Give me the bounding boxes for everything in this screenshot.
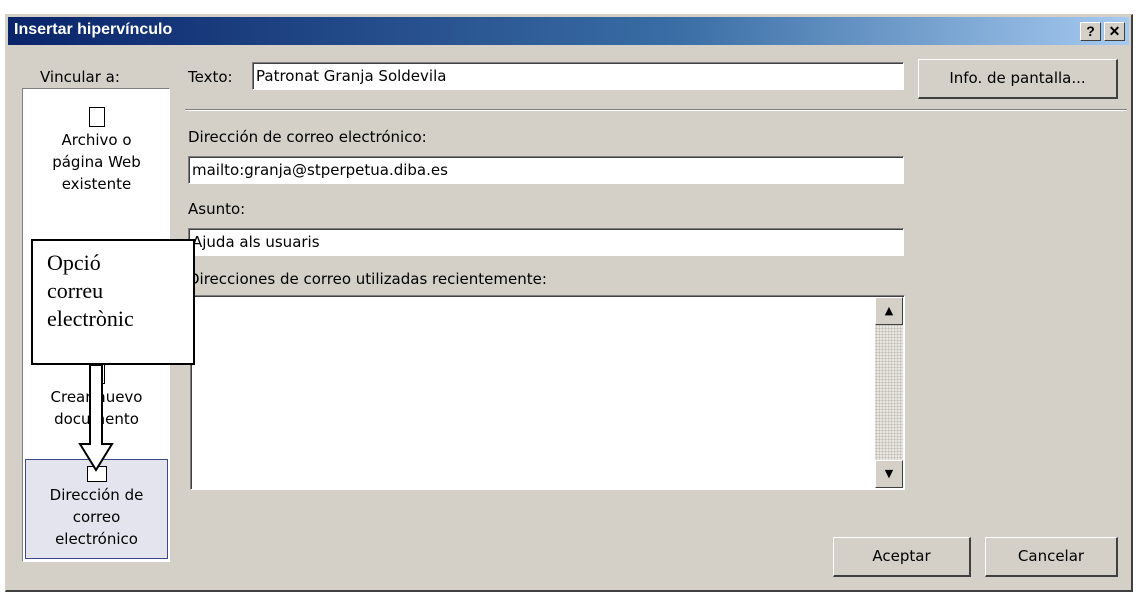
callout-text: electrònic [47,306,134,331]
annotation-arrow-icon [78,364,114,472]
subject-input[interactable]: Ajuda als usuaris [188,228,904,256]
sidebar-item-label: electrónico [55,530,138,548]
web-page-icon [88,107,105,127]
separator [185,109,1127,111]
sidebar-item-label: página Web [52,153,141,171]
link-to-label: Vincular a: [40,68,120,86]
sidebar-item-label: Dirección de [49,486,144,504]
sidebar-item-existing-file[interactable]: Archivo o página Web existente [25,107,168,195]
recent-addresses-label: Direcciones de correo utilizadas recient… [188,270,547,288]
scroll-up-button[interactable]: ▲ [875,297,903,325]
scroll-down-button[interactable]: ▼ [875,460,903,488]
cancel-button[interactable]: Cancelar [985,537,1118,577]
callout-text: Opció [47,250,101,275]
callout-text: correu [47,278,104,303]
sidebar-item-label: existente [61,175,132,193]
screen-tip-button[interactable]: Info. de pantalla... [918,59,1118,99]
email-address-label: Dirección de correo electrónico: [188,128,427,146]
annotation-callout: Opció correu electrònic [31,239,195,365]
email-address-input[interactable]: mailto:granja@stperpetua.diba.es [188,156,904,184]
subject-label: Asunto: [188,200,246,218]
sidebar-item-label: Archivo o [61,131,132,149]
text-input[interactable]: Patronat Granja Soldevila [252,62,904,90]
sidebar-item-label: correo [72,508,121,526]
window-title: Insertar hipervínculo [14,21,173,38]
title-bar[interactable]: Insertar hipervínculo ? ✕ [8,17,1129,45]
vertical-scrollbar[interactable]: ▲ ▼ [875,297,903,488]
text-label: Texto: [188,68,233,86]
recent-addresses-list[interactable]: ▲ ▼ [190,295,905,490]
ok-button[interactable]: Aceptar [833,537,971,577]
help-button[interactable]: ? [1080,22,1101,41]
sidebar-item-email[interactable]: Dirección de correo electrónico [25,459,168,559]
close-button[interactable]: ✕ [1104,22,1125,41]
